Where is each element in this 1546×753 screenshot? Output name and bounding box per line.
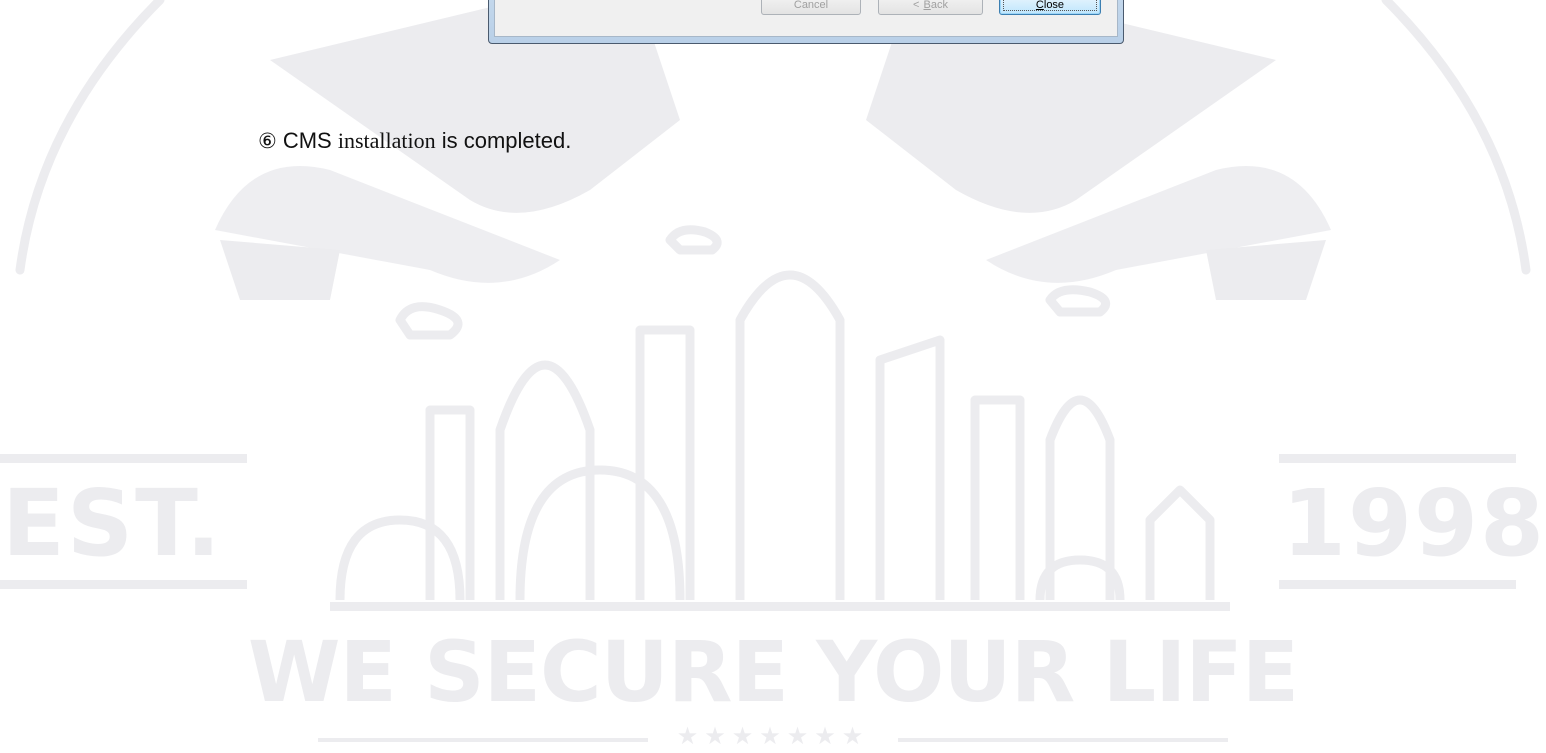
watermark-slogan-text: WE SECURE YOUR LIFE <box>247 623 1299 721</box>
back-label-rest: ack <box>930 0 948 11</box>
back-arrow-icon: < <box>913 0 920 11</box>
step-text-part2: installation <box>337 128 436 153</box>
watermark-est-text: EST. <box>2 470 223 577</box>
step-text-part1: CMS <box>282 128 338 153</box>
cancel-button[interactable]: Cancel <box>761 0 861 15</box>
watermark-year-text: 1998 <box>1282 470 1546 577</box>
step-caption: ⑥ CMS installation is completed. <box>258 128 571 154</box>
cancel-button-label: Cancel <box>793 0 829 11</box>
close-button-label: Close <box>1036 0 1064 11</box>
step-text-part3: is completed. <box>435 128 572 153</box>
back-button-label: < Back <box>913 0 948 11</box>
installer-dialog-body: Cancel < Back Close <box>494 0 1118 37</box>
page: EST. 1998 WE SECURE YOUR LIFE ★★★★★★★ Ca… <box>0 0 1546 753</box>
close-label-rest: lose <box>1043 0 1065 11</box>
installer-dialog: Cancel < Back Close <box>488 0 1124 44</box>
back-button[interactable]: < Back <box>878 0 983 15</box>
watermark-stars: ★★★★★★★ <box>676 722 870 750</box>
close-button[interactable]: Close <box>999 0 1101 15</box>
step-number: ⑥ <box>258 129 277 153</box>
watermark-logo: EST. 1998 WE SECURE YOUR LIFE ★★★★★★★ <box>0 0 1546 753</box>
back-mnemonic: B <box>923 0 931 11</box>
close-mnemonic: C <box>1035 0 1044 11</box>
